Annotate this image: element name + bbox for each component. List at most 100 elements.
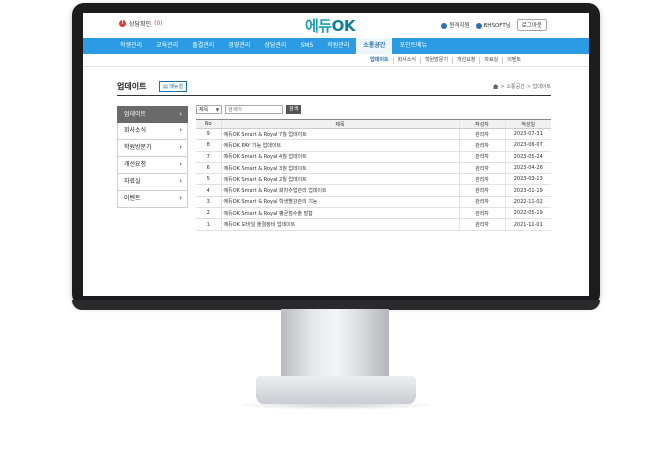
side-menu-label: 학원방문기 — [124, 144, 152, 151]
logo[interactable]: 에듀OK — [305, 15, 355, 36]
cell-no: 3 — [196, 196, 221, 209]
cell-title[interactable]: 에듀OK Smart & Royal 7월 업데이트 — [220, 128, 459, 141]
stage: ! 상담확인 (0) 에듀OK 원격지원 BHSOFT님 로그아웃 학생관리 교육관… — [0, 0, 671, 452]
nav-item[interactable]: 경영관리 — [221, 38, 257, 54]
nav-item[interactable]: 학원관리 — [320, 38, 356, 54]
monitor-stand-base — [256, 376, 416, 404]
search-button[interactable]: 검색 — [286, 105, 302, 114]
cell-date: 2023-01-19 — [504, 184, 551, 197]
breadcrumb-item[interactable]: > 업데이트 — [527, 83, 551, 90]
side-menu-item[interactable]: 개선요청 › — [117, 157, 188, 174]
headset-icon — [441, 22, 448, 29]
search-field-select[interactable]: 제목 ▼ — [196, 105, 222, 114]
cell-no: 4 — [196, 184, 221, 197]
cell-author: 관리자 — [458, 162, 505, 175]
table-row[interactable]: 8 에듀OK PAY 기능 업데이트 관리자 2023-06-07 — [196, 139, 551, 152]
breadcrumb-item[interactable]: > 소통공간 — [501, 83, 525, 90]
logo-main: 에듀 — [305, 17, 332, 35]
cell-author: 관리자 — [458, 139, 505, 152]
col-header-date: 작성일 — [504, 119, 551, 129]
table-row[interactable]: 4 에듀OK Smart & Royal 회차수업관리 업데이트 관리자 2023-0… — [196, 184, 551, 197]
cell-date: 2022-05-19 — [504, 207, 551, 220]
cell-title[interactable]: 에듀OK Smart & Royal 학생별강관리 기능 — [220, 196, 459, 209]
cell-title[interactable]: 에듀OK PAY 기능 업데이트 — [220, 139, 459, 152]
side-menu-label: 자료실 — [124, 178, 141, 185]
cell-author: 관리자 — [458, 184, 505, 197]
cell-author: 관리자 — [458, 128, 505, 141]
table-row[interactable]: 9 에듀OK Smart & Royal 7월 업데이트 관리자 2023-07-31 — [196, 128, 551, 141]
page-header: 업데이트 ▤ 매뉴얼 > 소통공간 > 업데이트 — [117, 81, 551, 96]
nav-item[interactable]: 교육관리 — [149, 38, 185, 54]
user-link[interactable]: BHSOFT님 — [475, 21, 511, 29]
side-menu-label: 이벤트 — [124, 195, 141, 202]
chevron-right-icon: › — [179, 160, 182, 168]
chevron-right-icon: › — [179, 194, 182, 202]
col-header-title: 제목 — [220, 119, 459, 129]
table-header-row: No 제목 작성자 작성일 — [196, 119, 551, 129]
user-label: BHSOFT님 — [483, 23, 511, 29]
cell-author: 관리자 — [458, 196, 505, 209]
sub-nav: 업데이트 회사소식 학원방문기 개선요청 자료실 이벤트 — [83, 54, 589, 67]
support-link[interactable]: 원격지원 — [441, 21, 470, 29]
side-menu-item[interactable]: 이벤트 › — [117, 191, 188, 208]
logo-ok: OK — [331, 17, 356, 35]
alert-count: (0) — [154, 20, 163, 27]
page-title: 업데이트 — [117, 82, 147, 91]
cell-no: 6 — [196, 162, 221, 175]
table-row[interactable]: 5 에듀OK Smart & Royal 2월 업데이트 관리자 2023-03-13 — [196, 173, 551, 186]
subnav-item[interactable]: 학원방문기 — [421, 56, 453, 64]
nav-item[interactable]: 포인트메뉴 — [392, 38, 434, 54]
cell-no: 9 — [196, 128, 221, 141]
cell-date: 2022-11-02 — [504, 196, 551, 209]
cell-date: 2023-05-24 — [504, 151, 551, 163]
nav-item[interactable]: 출결관리 — [185, 38, 221, 54]
nav-item[interactable]: 소통공간 — [356, 38, 393, 54]
subnav-item[interactable]: 개선요청 — [453, 56, 481, 64]
nav-item[interactable]: SMS — [293, 38, 320, 54]
logout-button[interactable]: 로그아웃 — [516, 19, 547, 31]
cell-no: 2 — [196, 207, 221, 220]
cell-title[interactable]: 에듀OK Smart & Royal 2월 업데이트 — [220, 173, 459, 186]
cell-title[interactable]: 에듀OK Smart & Royal 평균점수출 발합 — [220, 207, 459, 220]
cell-no: 1 — [196, 218, 221, 231]
table-row[interactable]: 2 에듀OK Smart & Royal 평균점수출 발합 관리자 2022-05-1… — [196, 207, 551, 220]
chevron-right-icon: › — [179, 143, 182, 151]
nav-item[interactable]: 상담관리 — [257, 38, 293, 54]
user-icon — [475, 22, 482, 29]
cell-title[interactable]: 에듀OK Smart & Royal 회차수업관리 업데이트 — [220, 184, 459, 197]
home-icon[interactable] — [492, 84, 499, 89]
screen: ! 상담확인 (0) 에듀OK 원격지원 BHSOFT님 로그아웃 학생관리 교육관… — [83, 13, 589, 296]
manual-label: 매뉴얼 — [169, 84, 184, 90]
manual-button[interactable]: ▤ 매뉴얼 — [159, 81, 188, 92]
side-menu-item[interactable]: 회사소식 › — [117, 123, 188, 140]
cell-author: 관리자 — [458, 151, 505, 163]
cell-no: 8 — [196, 139, 221, 152]
subnav-item[interactable]: 자료실 — [480, 56, 504, 64]
cell-title[interactable]: 에듀OK Smart & Royal 4월 업데이트 — [220, 151, 459, 163]
col-header-no: No — [196, 119, 221, 129]
nav-item[interactable]: 학생관리 — [113, 38, 149, 54]
alert-text: 상담확인 — [129, 21, 152, 28]
cell-title[interactable]: 에듀OK 모바일 출결정비 업데이트 — [220, 218, 459, 231]
search-input[interactable] — [225, 105, 283, 114]
table-row[interactable]: 1 에듀OK 모바일 출결정비 업데이트 관리자 2021-11-01 — [196, 218, 551, 231]
cell-author: 관리자 — [458, 173, 505, 186]
search-bar: 제목 ▼ 검색 — [196, 105, 302, 114]
cell-title[interactable]: 에듀OK Smart & Royal 3월 업데이트 — [220, 162, 459, 175]
side-menu-item[interactable]: 자료실 › — [117, 174, 188, 191]
consult-alert[interactable]: ! 상담확인 (0) — [119, 19, 163, 28]
update-table: No 제목 작성자 작성일 9 에듀OK Smart & Royal 7월 업데이… — [196, 119, 551, 231]
search-select-value: 제목 — [199, 107, 209, 113]
table-row[interactable]: 6 에듀OK Smart & Royal 3월 업데이트 관리자 2023-04-26 — [196, 162, 551, 175]
side-menu-item[interactable]: 학원방문기 › — [117, 140, 188, 157]
subnav-item[interactable]: 업데이트 — [366, 56, 394, 64]
col-header-author: 작성자 — [458, 119, 505, 129]
side-menu-label: 업데이트 — [124, 111, 147, 118]
subnav-item[interactable]: 이벤트 — [503, 57, 525, 64]
cell-date: 2021-11-01 — [504, 218, 551, 231]
subnav-item[interactable]: 회사소식 — [394, 56, 421, 64]
side-menu-item[interactable]: 업데이트 › — [117, 106, 188, 123]
table-row[interactable]: 3 에듀OK Smart & Royal 학생별강관리 기능 관리자 2022-11-… — [196, 196, 551, 209]
table-row[interactable]: 7 에듀OK Smart & Royal 4월 업데이트 관리자 2023-05-24 — [196, 151, 551, 163]
cell-date: 2023-03-13 — [504, 173, 551, 186]
